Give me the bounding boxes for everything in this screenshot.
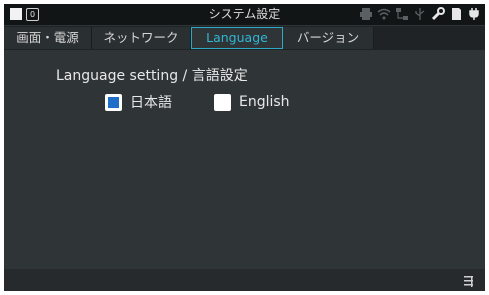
square-icon[interactable] (10, 8, 22, 20)
network-icon (395, 7, 409, 21)
menu-icon[interactable] (463, 273, 475, 287)
system-settings-screen: 0 システム設定 画面・電源 ネットワーク Language バージョン Lan… (4, 4, 485, 291)
checkbox-checked-indicator (108, 96, 119, 108)
language-setting-heading: Language setting / 言語設定 (56, 68, 248, 84)
wifi-icon (377, 7, 391, 21)
sd-card-icon (449, 7, 463, 21)
title-bar-left: 0 (10, 8, 39, 21)
tab-network[interactable]: ネットワーク (92, 27, 191, 49)
english-label: English (239, 94, 290, 110)
english-checkbox[interactable] (214, 93, 231, 111)
title-bar: 0 システム設定 (4, 4, 485, 25)
tool-icon (431, 7, 445, 21)
power-plug-icon (467, 7, 481, 21)
usb-icon (413, 7, 427, 21)
tab-display-power[interactable]: 画面・電源 (4, 27, 92, 49)
option-english[interactable]: English (214, 92, 290, 112)
status-icons (359, 7, 481, 21)
tab-bar-filler (374, 27, 485, 49)
tab-bar: 画面・電源 ネットワーク Language バージョン (4, 26, 485, 50)
bottom-bar (4, 269, 485, 291)
tab-language[interactable]: Language (191, 27, 283, 49)
tab-version[interactable]: バージョン (283, 27, 374, 49)
japanese-label: 日本語 (130, 95, 172, 111)
printer-icon (359, 7, 373, 21)
zero-badge-icon: 0 (26, 8, 39, 21)
option-japanese[interactable]: 日本語 (105, 92, 172, 112)
japanese-checkbox[interactable] (105, 93, 122, 111)
